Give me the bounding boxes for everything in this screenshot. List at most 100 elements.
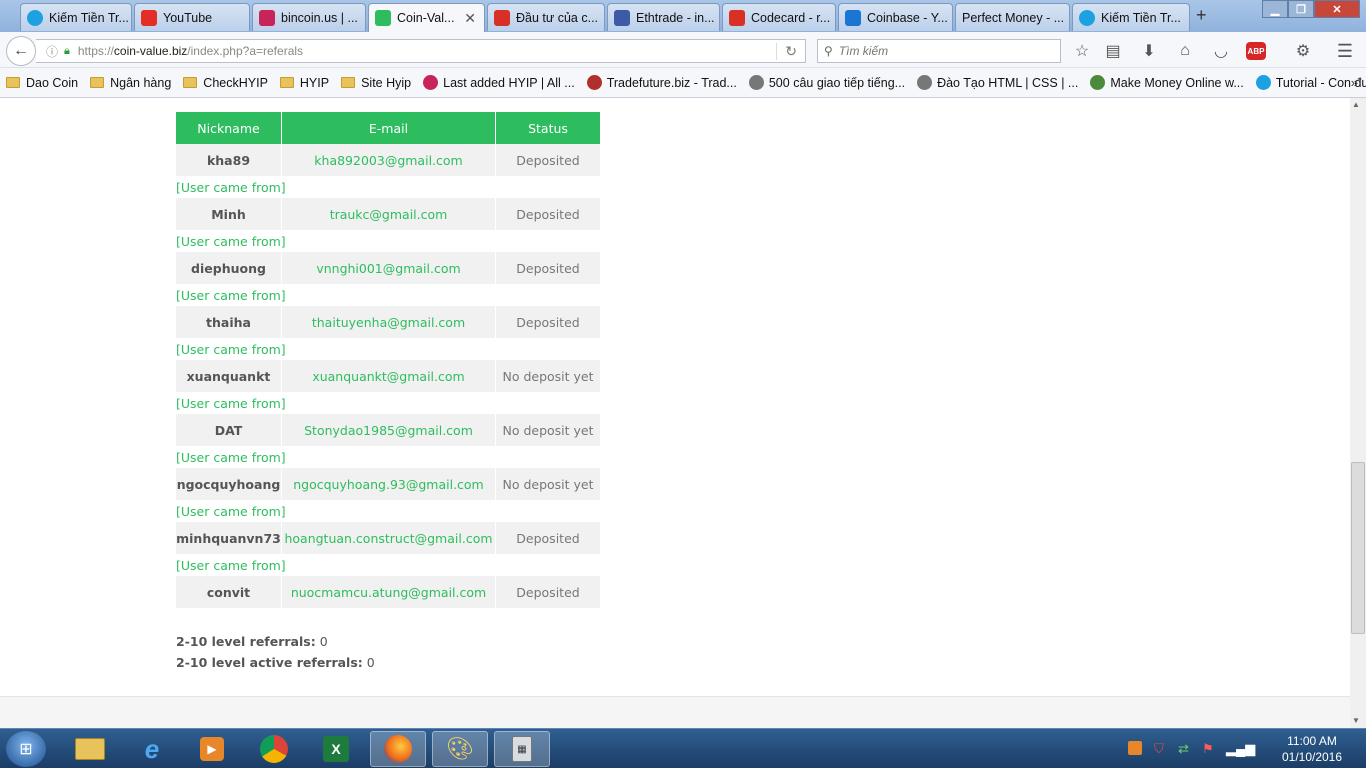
reload-icon[interactable]: ↻ [776,42,797,60]
maximize-button[interactable]: ❐ [1288,0,1314,18]
url-bar[interactable]: ⓘ 🔒︎ https:// coin-value.biz /index.php?… [36,39,806,63]
bookmark-item[interactable]: 500 câu giao tiếp tiếng... [748,75,905,90]
tab-0[interactable]: Kiếm Tiền Tr... [20,3,132,31]
tab-7[interactable]: Coinbase - Y... [838,3,953,31]
tab-label: Coinbase - Y... [867,10,948,25]
system-clock[interactable]: 11:00 AM 01/10/2016 [1278,733,1346,765]
tab-1[interactable]: YouTube [134,3,250,31]
firefox-icon [384,735,412,763]
calculator-app[interactable]: ▦ [494,731,550,767]
level-referrals: 2-10 level referrals: 0 [176,634,328,649]
bookmark-item[interactable]: Tutorial - Con đường ... [1255,75,1366,90]
user-came-from-link[interactable]: [User came from] [176,500,600,522]
new-tab-button[interactable]: + [1196,5,1207,26]
extension-icon[interactable]: ⚙ [1292,40,1314,62]
back-button[interactable]: ← [6,36,36,66]
adblock-icon[interactable]: ABP [1246,42,1266,60]
nickname-cell: ngocquyhoang [176,468,282,500]
flag-icon[interactable]: ⚑ [1202,741,1214,757]
skype-icon [27,9,43,26]
email-cell[interactable]: nuocmamcu.atung@gmail.com [282,576,496,608]
bookmark-item[interactable]: Tradefuture.biz - Trad... [586,75,737,90]
tab-5[interactable]: Ethtrade - in... [607,3,720,31]
scroll-down-arrow-icon[interactable]: ▼ [1352,716,1360,725]
paint-app[interactable]: 🎨︎ [432,731,488,767]
status-cell: Deposited [496,252,600,284]
email-cell[interactable]: ngocquyhoang.93@gmail.com [282,468,496,500]
minimize-button[interactable]: ▁ [1262,0,1288,18]
tab-3[interactable]: Coin-Val... ✕ [368,3,485,32]
excel-app[interactable]: X [308,731,364,767]
close-tab-icon[interactable]: ✕ [464,10,476,27]
user-came-from-link[interactable]: [User came from] [176,392,600,414]
tab-8[interactable]: Perfect Money - ... [955,3,1070,31]
chrome-app[interactable] [246,731,302,767]
email-cell[interactable]: hoangtuan.construct@gmail.com [282,522,496,554]
bookmark-item[interactable]: Last added HYIP | All ... [423,75,575,90]
bookmark-item[interactable]: Site Hyip [341,76,411,90]
folder-icon [6,77,20,88]
tab-2[interactable]: bincoin.us | ... [252,3,366,31]
status-header: Status [496,112,600,144]
download-icon[interactable]: ⬇ [1138,40,1160,62]
bookmark-item[interactable]: Dao Coin [6,76,78,90]
user-came-from-link[interactable]: [User came from] [176,230,600,252]
user-came-from-link[interactable]: [User came from] [176,284,600,306]
user-came-from-link[interactable]: [User came from] [176,176,600,198]
tray-app-icon[interactable] [1128,741,1142,755]
url-domain: coin-value.biz [113,44,188,58]
tab-label: Ethtrade - in... [636,10,715,25]
tab-6[interactable]: Codecard - r... [722,3,836,31]
reading-list-icon[interactable]: ▤ [1102,40,1124,62]
nickname-cell: minhquanvn73 [176,522,282,554]
email-cell[interactable]: kha892003@gmail.com [282,144,496,176]
media-player-app[interactable]: ▶ [184,731,240,767]
menu-icon[interactable]: ☰ [1334,40,1356,62]
start-button[interactable]: ⊞ [6,731,46,767]
email-cell[interactable]: thaituyenha@gmail.com [282,306,496,338]
level-active-referrals: 2-10 level active referrals: 0 [176,655,375,670]
network-arrows-icon[interactable]: ⇄ [1178,741,1189,757]
shield-icon[interactable]: ⛉ [1154,741,1164,757]
email-cell[interactable]: xuanquankt@gmail.com [282,360,496,392]
gmail-icon [729,9,745,26]
firefox-app[interactable] [370,731,426,767]
url-scheme: https:// [77,44,114,58]
came-from-row: [User came from] [176,284,600,306]
came-from-row: [User came from] [176,176,600,198]
user-came-from-link[interactable]: [User came from] [176,338,600,360]
bookmark-item[interactable]: Make Money Online w... [1090,75,1244,90]
bookmark-item[interactable]: CheckHYIP [183,76,268,90]
user-came-from-link[interactable]: [User came from] [176,554,600,576]
bookmark-star-icon[interactable]: ☆ [1071,40,1093,62]
navigation-toolbar: ⓘ 🔒︎ https:// coin-value.biz /index.php?… [0,32,1366,68]
tab-label: Kiếm Tiền Tr... [1101,10,1181,25]
search-input[interactable]: ⚲ Tìm kiếm [817,39,1061,63]
page-footer [0,696,1350,728]
clock-date: 01/10/2016 [1281,750,1343,764]
bookmarks-overflow-icon[interactable]: » [1351,75,1358,90]
scrollbar-thumb[interactable] [1351,462,1365,634]
info-icon[interactable]: ⓘ [46,43,58,60]
tab-9[interactable]: Kiếm Tiền Tr... [1072,3,1190,31]
explorer-app[interactable] [62,731,118,767]
referral-row: Minh traukc@gmail.com Deposited [176,198,600,230]
bookmark-item[interactable]: HYIP [279,76,329,90]
calculator-icon: ▦ [512,736,532,762]
pocket-icon[interactable]: ◡ [1210,40,1232,62]
status-cell: No deposit yet [496,468,600,500]
scroll-up-arrow-icon[interactable]: ▲ [1352,100,1360,109]
tab-label: Đầu tư của c... [516,10,599,25]
close-window-button[interactable]: ✕ [1314,0,1360,18]
volume-icon[interactable]: 🔈︎ [1250,741,1258,757]
nickname-cell: kha89 [176,144,282,176]
bookmark-item[interactable]: Đào Tạo HTML | CSS | ... [917,75,1078,90]
email-cell[interactable]: traukc@gmail.com [282,198,496,230]
tab-4[interactable]: Đầu tư của c... [487,3,605,31]
email-cell[interactable]: vnnghi001@gmail.com [282,252,496,284]
email-cell[interactable]: Stonydao1985@gmail.com [282,414,496,446]
home-icon[interactable]: ⌂ [1174,40,1196,62]
bookmark-item[interactable]: Ngân hàng [90,76,171,90]
internet-explorer-app[interactable]: e [124,731,180,767]
user-came-from-link[interactable]: [User came from] [176,446,600,468]
